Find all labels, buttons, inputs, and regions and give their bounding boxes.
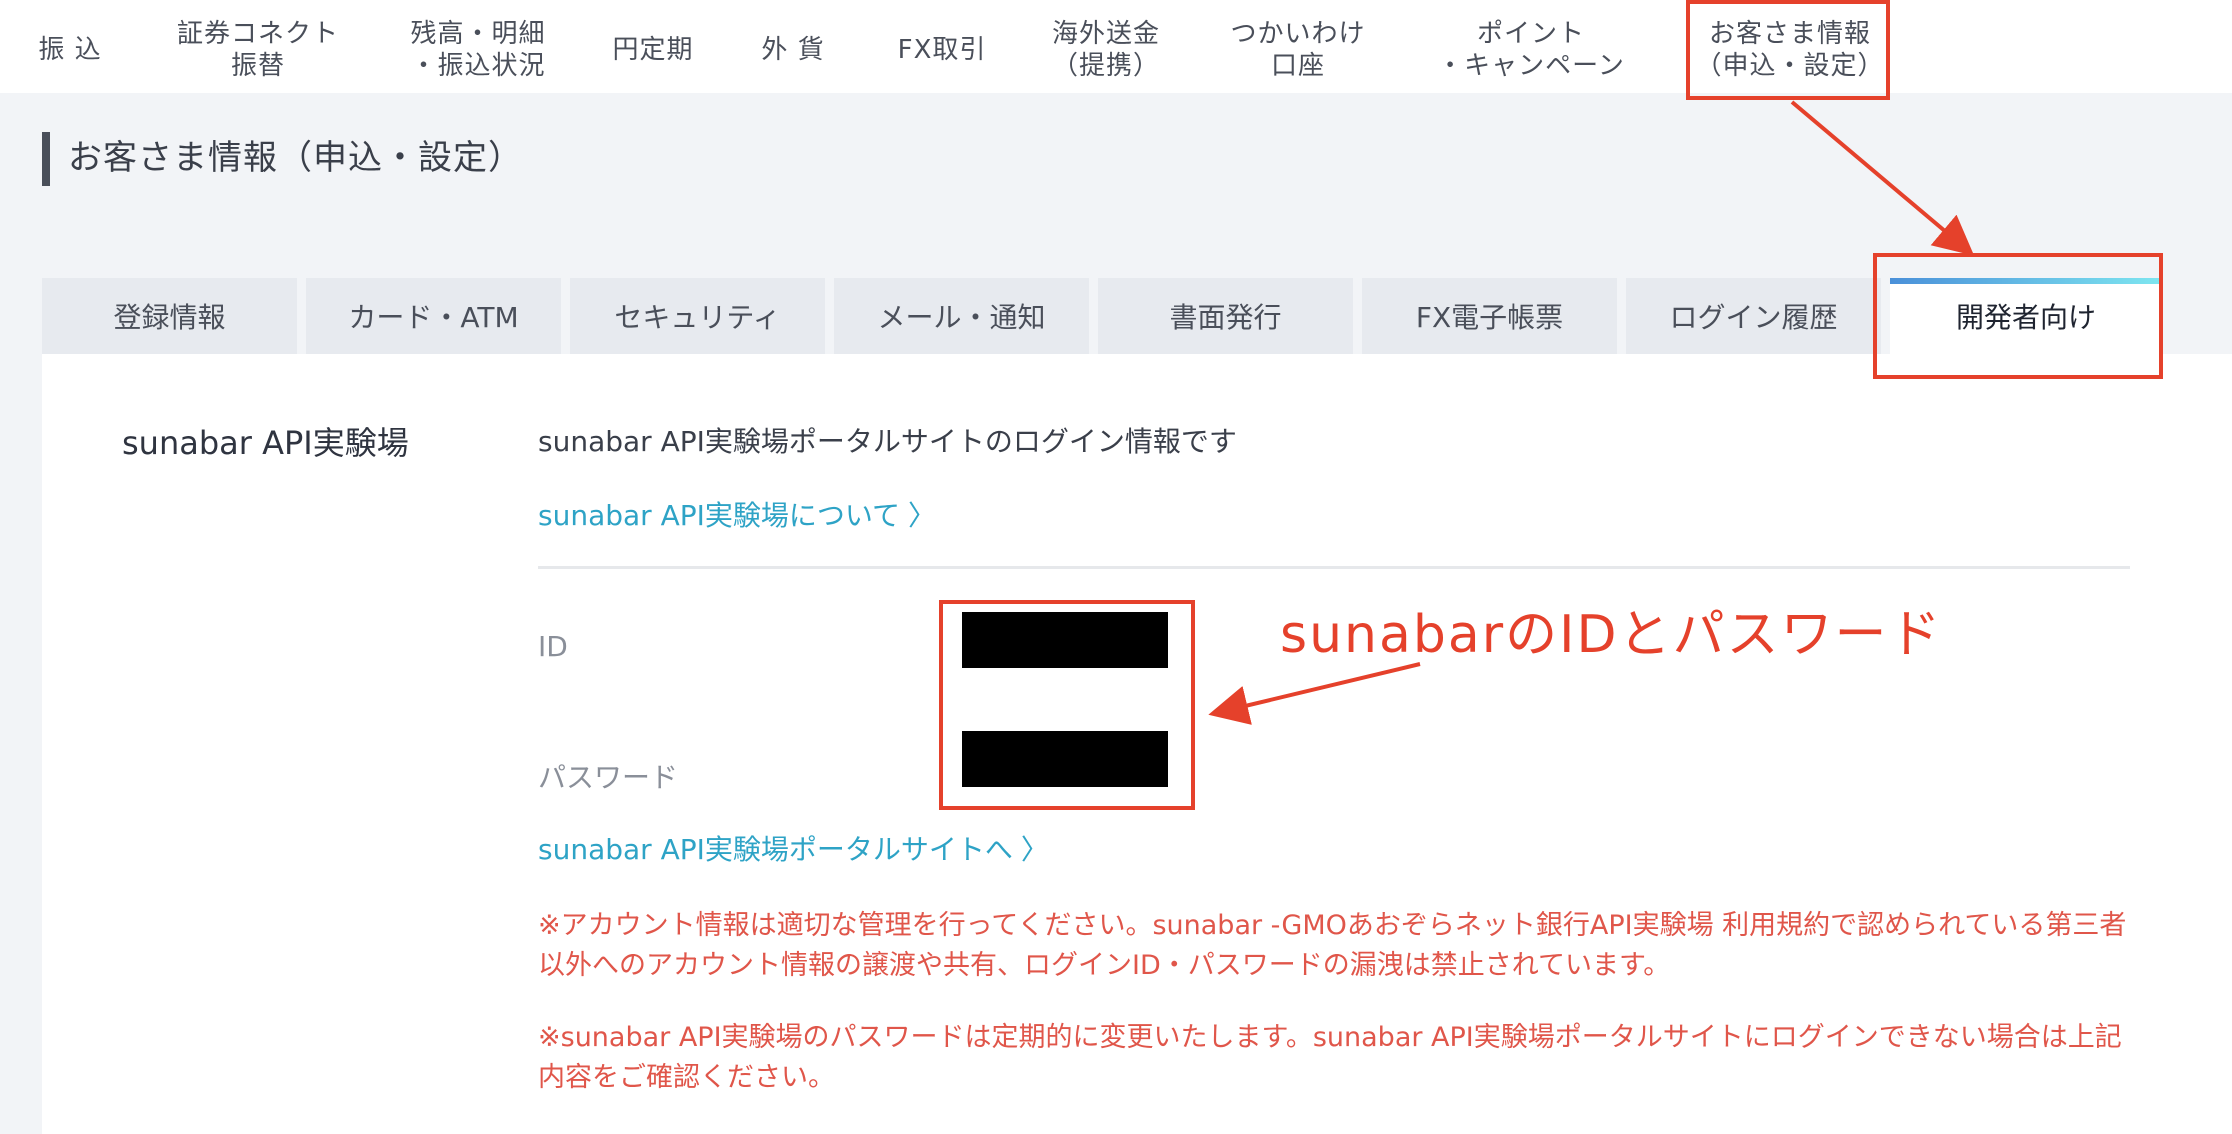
arrow-to-credentials (1208, 662, 1421, 725)
arrow-to-developer-tab (1790, 100, 1975, 256)
annotation-arrows (1208, 100, 1975, 725)
